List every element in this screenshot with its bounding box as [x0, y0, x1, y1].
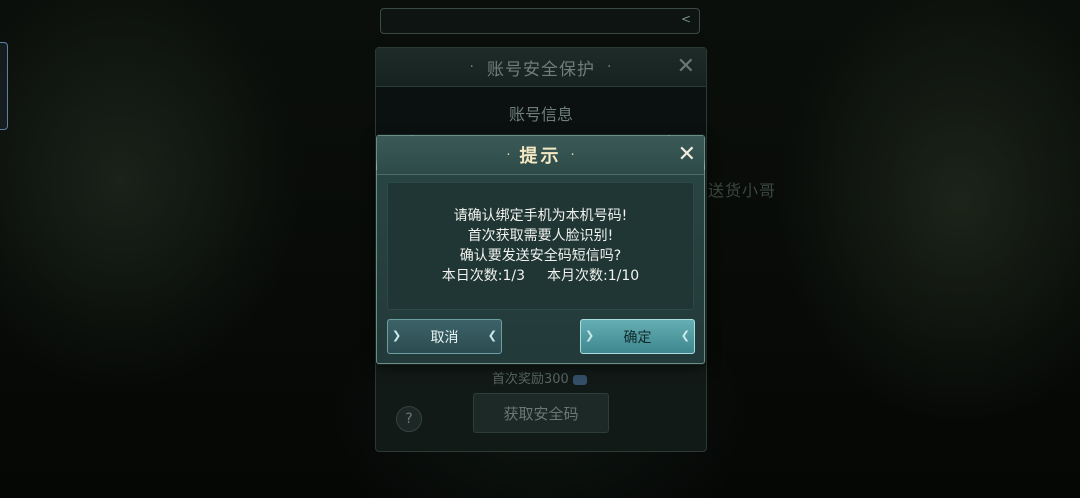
chevron-left-icon: ❯	[585, 329, 595, 342]
prompt-dialog: · 提示 · ✕ 请确认绑定手机为本机号码! 首次获取需要人脸识别! 确认要发送…	[376, 135, 705, 364]
share-icon[interactable]: <	[681, 12, 691, 26]
get-security-code-button[interactable]: 获取安全码	[473, 393, 609, 433]
help-button[interactable]: ?	[396, 406, 422, 432]
count-row: 本日次数:1/3 本月次数:1/10	[442, 266, 639, 286]
chevron-right-icon: ❮	[487, 329, 497, 342]
npc-name-label: 送货小哥	[708, 181, 777, 200]
message-line: 首次获取需要人脸识别!	[467, 228, 614, 244]
panel-header: · 账号安全保护 · ✕	[376, 48, 706, 87]
panel-title: 账号安全保护	[487, 59, 595, 80]
chevron-right-icon: ❮	[680, 329, 690, 342]
confirm-button[interactable]: ❯ 确定 ❮	[580, 319, 695, 354]
chevron-left-icon: ❯	[392, 329, 402, 342]
monthly-count: 本月次数:1/10	[547, 268, 640, 284]
confirm-label: 确定	[623, 329, 652, 346]
top-input-bar[interactable]: <	[380, 8, 700, 34]
dialog-message: 请确认绑定手机为本机号码! 首次获取需要人脸识别! 确认要发送安全码短信吗? 本…	[387, 182, 694, 310]
message-line: 确认要发送安全码短信吗?	[459, 248, 622, 264]
account-info-heading: 账号信息	[376, 87, 706, 139]
message-line: 请确认绑定手机为本机号码!	[453, 208, 628, 224]
cancel-label: 取消	[430, 329, 459, 346]
close-icon[interactable]: ✕	[678, 142, 696, 167]
cancel-button[interactable]: ❯ 取消 ❮	[387, 319, 502, 354]
gem-icon	[572, 374, 587, 385]
dialog-title-bar: · 提示 ·	[377, 136, 704, 175]
dialog-title: 提示	[519, 146, 562, 167]
first-reward-text: 首次奖励300	[492, 368, 587, 387]
daily-count: 本日次数:1/3	[441, 268, 526, 284]
left-side-tab[interactable]	[0, 42, 8, 130]
panel-close-icon[interactable]: ✕	[677, 54, 696, 79]
